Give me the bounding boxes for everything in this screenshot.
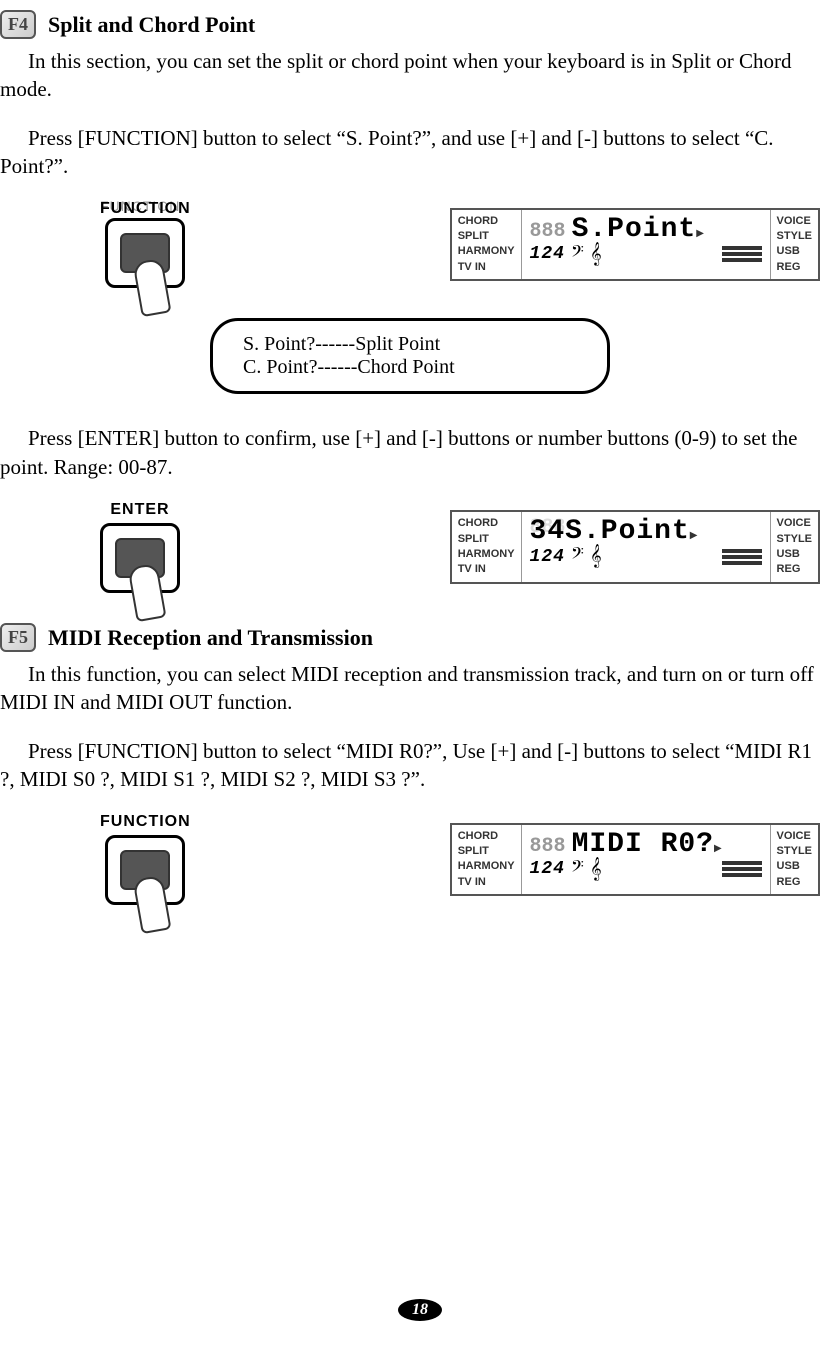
- lcd-label-split: SPLIT: [458, 229, 515, 244]
- lcd-label-style: STYLE: [777, 229, 812, 244]
- lcd-tempo-1: 124: [530, 244, 565, 264]
- treble-clef-icon: 𝄞: [590, 858, 602, 881]
- lcd-center: 888 S.Point ▶ 124 𝄢 𝄞: [521, 210, 771, 280]
- lcd-left-labels: CHORD SPLIT HARMONY TV IN: [452, 210, 521, 280]
- lcd-main-text-2: S.Point: [565, 516, 690, 547]
- badge-f4: F4: [0, 10, 36, 39]
- lcd-display-2: CHORD SPLIT HARMONY TV IN 888 34 S.Point…: [450, 510, 820, 584]
- treble-clef-icon: 𝄞: [590, 243, 602, 266]
- function-label: FUNCTION: [100, 200, 191, 217]
- lcd-right-labels: VOICE STYLE USB REG: [771, 210, 818, 280]
- enter-button-diagram: ENTER: [100, 501, 180, 593]
- legend-box: S. Point?------Split Point C. Point?----…: [210, 318, 610, 394]
- lcd-display-3: CHORD SPLIT HARMONY TV IN 888 MIDI R0? ▶…: [450, 823, 820, 897]
- triangle-right-icon: ▶: [714, 843, 722, 854]
- lcd-main-text-3: MIDI R0?: [572, 829, 714, 860]
- figure-row-2: ENTER CHORD SPLIT HARMONY TV IN 888 34 S…: [100, 501, 820, 593]
- lcd-tempo-3: 124: [530, 859, 565, 879]
- section-f4-header: F4 Split and Chord Point: [0, 10, 820, 39]
- triangle-right-icon: ▶: [690, 530, 698, 541]
- legend-line-2: C. Point?------Chord Point: [243, 356, 577, 379]
- lcd-label-style: STYLE: [777, 844, 812, 859]
- page-number: 18: [398, 1299, 442, 1321]
- lcd-label-reg: REG: [777, 875, 812, 890]
- button-press-icon: [105, 835, 185, 905]
- section-f5-header: F5 MIDI Reception and Transmission: [0, 623, 820, 652]
- lcd-right-labels: VOICE STYLE USB REG: [771, 825, 818, 895]
- lcd-bars-icon: [722, 861, 762, 877]
- lcd-bars-icon: [722, 549, 762, 565]
- lcd-center: 888 34 S.Point ▶ 124 𝄢 𝄞: [521, 512, 771, 582]
- lcd-left-labels: CHORD SPLIT HARMONY TV IN: [452, 512, 521, 582]
- bass-clef-icon: 𝄢: [571, 545, 584, 568]
- lcd-label-harmony: HARMONY: [458, 244, 515, 259]
- f4-instr1: Press [FUNCTION] button to select “S. Po…: [0, 124, 820, 181]
- lcd-label-tvin: TV IN: [458, 562, 515, 577]
- section-f5-title: MIDI Reception and Transmission: [48, 625, 373, 651]
- button-press-icon: [105, 218, 185, 288]
- lcd-label-reg: REG: [777, 260, 812, 275]
- badge-f5: F5: [0, 623, 36, 652]
- bass-clef-icon: 𝄢: [571, 858, 584, 881]
- f4-instr2: Press [ENTER] button to confirm, use [+]…: [0, 424, 820, 481]
- lcd-main-text-1: S.Point: [572, 214, 697, 245]
- figure-row-1: FUNCTION FUNCTION CHORD SPLIT HARMONY TV…: [100, 200, 820, 288]
- function-label: FUNCTION: [100, 813, 191, 831]
- f5-intro: In this function, you can select MIDI re…: [0, 660, 820, 717]
- lcd-label-style: STYLE: [777, 532, 812, 547]
- function-button-diagram-2: FUNCTION: [100, 813, 191, 905]
- lcd-left-labels: CHORD SPLIT HARMONY TV IN: [452, 825, 521, 895]
- lcd-label-harmony: HARMONY: [458, 859, 515, 874]
- lcd-label-usb: USB: [777, 244, 812, 259]
- lcd-right-labels: VOICE STYLE USB REG: [771, 512, 818, 582]
- lcd-seg-digits-2: 34: [530, 516, 566, 547]
- lcd-label-tvin: TV IN: [458, 875, 515, 890]
- treble-clef-icon: 𝄞: [590, 545, 602, 568]
- function-button-diagram-1: FUNCTION FUNCTION: [100, 200, 191, 288]
- lcd-label-tvin: TV IN: [458, 260, 515, 275]
- lcd-bars-icon: [722, 246, 762, 262]
- f5-instr1: Press [FUNCTION] button to select “MIDI …: [0, 737, 820, 794]
- section-f4-title: Split and Chord Point: [48, 12, 255, 38]
- lcd-label-split: SPLIT: [458, 532, 515, 547]
- lcd-label-voice: VOICE: [777, 214, 812, 229]
- lcd-label-chord: CHORD: [458, 829, 515, 844]
- lcd-label-harmony: HARMONY: [458, 547, 515, 562]
- f4-intro: In this section, you can set the split o…: [0, 47, 820, 104]
- lcd-seg-digits-3: 888: [530, 835, 566, 858]
- lcd-label-reg: REG: [777, 562, 812, 577]
- lcd-label-usb: USB: [777, 547, 812, 562]
- lcd-label-voice: VOICE: [777, 829, 812, 844]
- lcd-label-chord: CHORD: [458, 516, 515, 531]
- lcd-center: 888 MIDI R0? ▶ 124 𝄢 𝄞: [521, 825, 771, 895]
- lcd-label-voice: VOICE: [777, 516, 812, 531]
- enter-label: ENTER: [110, 501, 169, 519]
- lcd-label-chord: CHORD: [458, 214, 515, 229]
- bass-clef-icon: 𝄢: [571, 243, 584, 266]
- lcd-label-usb: USB: [777, 859, 812, 874]
- lcd-seg-digits: 888: [530, 220, 566, 243]
- lcd-tempo-2: 124: [530, 547, 565, 567]
- figure-row-3: FUNCTION CHORD SPLIT HARMONY TV IN 888 M…: [100, 813, 820, 905]
- triangle-right-icon: ▶: [696, 228, 704, 239]
- lcd-display-1: CHORD SPLIT HARMONY TV IN 888 S.Point ▶ …: [450, 208, 820, 282]
- legend-line-1: S. Point?------Split Point: [243, 333, 577, 356]
- button-press-icon: [100, 523, 180, 593]
- lcd-label-split: SPLIT: [458, 844, 515, 859]
